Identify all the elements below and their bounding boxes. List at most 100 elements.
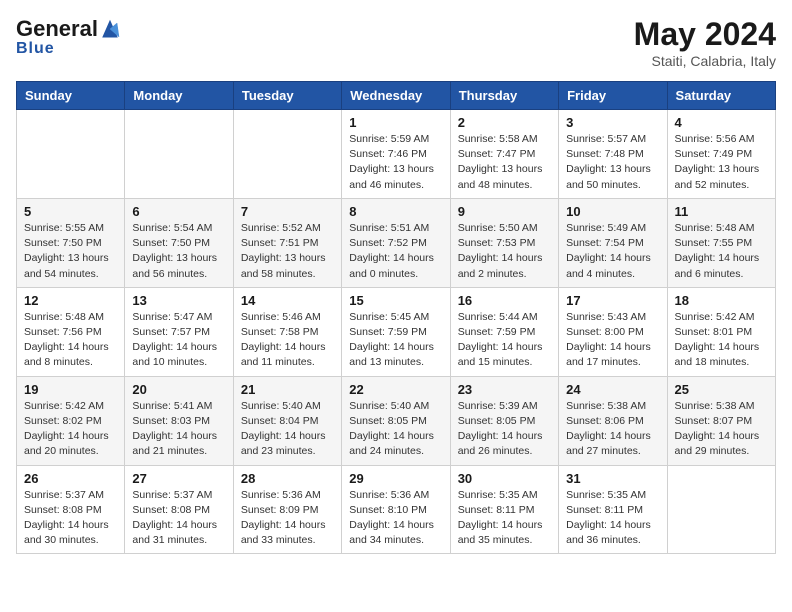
calendar-day-cell: 4 Sunrise: 5:56 AM Sunset: 7:49 PM Daylig… bbox=[667, 110, 775, 199]
calendar-day-cell: 8Sunrise: 5:51 AM Sunset: 7:52 PM Daylig… bbox=[342, 198, 450, 287]
day-info: Sunrise: 5:44 AM Sunset: 7:59 PM Dayligh… bbox=[458, 310, 551, 371]
calendar-table: Sunday Monday Tuesday Wednesday Thursday… bbox=[16, 81, 776, 554]
calendar-day-cell: 3Sunrise: 5:57 AM Sunset: 7:48 PM Daylig… bbox=[559, 110, 667, 199]
day-number: 31 bbox=[566, 471, 659, 486]
day-number: 26 bbox=[24, 471, 117, 486]
day-info: Sunrise: 5:55 AM Sunset: 7:50 PM Dayligh… bbox=[24, 221, 117, 282]
day-number: 28 bbox=[241, 471, 334, 486]
day-number: 12 bbox=[24, 293, 117, 308]
day-info: Sunrise: 5:48 AM Sunset: 7:55 PM Dayligh… bbox=[675, 221, 768, 282]
day-number: 2 bbox=[458, 115, 551, 130]
day-info: Sunrise: 5:45 AM Sunset: 7:59 PM Dayligh… bbox=[349, 310, 442, 371]
calendar-day-cell bbox=[667, 465, 775, 554]
day-info: Sunrise: 5:42 AM Sunset: 8:01 PM Dayligh… bbox=[675, 310, 768, 371]
calendar-day-cell: 15Sunrise: 5:45 AM Sunset: 7:59 PM Dayli… bbox=[342, 287, 450, 376]
day-info: Sunrise: 5:38 AM Sunset: 8:06 PM Dayligh… bbox=[566, 399, 659, 460]
calendar-day-cell: 11 Sunrise: 5:48 AM Sunset: 7:55 PM Dayli… bbox=[667, 198, 775, 287]
day-number: 30 bbox=[458, 471, 551, 486]
day-info: Sunrise: 5:37 AM Sunset: 8:08 PM Dayligh… bbox=[24, 488, 117, 549]
col-wednesday: Wednesday bbox=[342, 82, 450, 110]
calendar-day-cell: 24 Sunrise: 5:38 AM Sunset: 8:06 PM Dayli… bbox=[559, 376, 667, 465]
day-info: Sunrise: 5:38 AM Sunset: 8:07 PM Dayligh… bbox=[675, 399, 768, 460]
calendar-week-row: 26 Sunrise: 5:37 AM Sunset: 8:08 PM Dayli… bbox=[17, 465, 776, 554]
col-tuesday: Tuesday bbox=[233, 82, 341, 110]
calendar-day-cell: 18Sunrise: 5:42 AM Sunset: 8:01 PM Dayli… bbox=[667, 287, 775, 376]
day-info: Sunrise: 5:36 AM Sunset: 8:09 PM Dayligh… bbox=[241, 488, 334, 549]
day-info: Sunrise: 5:54 AM Sunset: 7:50 PM Dayligh… bbox=[132, 221, 225, 282]
page-header: General Blue May 2024 Staiti, Calabria, … bbox=[16, 16, 776, 69]
day-info: Sunrise: 5:39 AM Sunset: 8:05 PM Dayligh… bbox=[458, 399, 551, 460]
day-info: Sunrise: 5:35 AM Sunset: 8:11 PM Dayligh… bbox=[458, 488, 551, 549]
calendar-day-cell: 20 Sunrise: 5:41 AM Sunset: 8:03 PM Dayli… bbox=[125, 376, 233, 465]
day-number: 19 bbox=[24, 382, 117, 397]
day-number: 10 bbox=[566, 204, 659, 219]
calendar-day-cell: 26 Sunrise: 5:37 AM Sunset: 8:08 PM Dayli… bbox=[17, 465, 125, 554]
calendar-day-cell: 21Sunrise: 5:40 AM Sunset: 8:04 PM Dayli… bbox=[233, 376, 341, 465]
calendar-day-cell: 23 Sunrise: 5:39 AM Sunset: 8:05 PM Dayli… bbox=[450, 376, 558, 465]
day-number: 24 bbox=[566, 382, 659, 397]
calendar-day-cell: 7 Sunrise: 5:52 AM Sunset: 7:51 PM Daylig… bbox=[233, 198, 341, 287]
col-friday: Friday bbox=[559, 82, 667, 110]
col-saturday: Saturday bbox=[667, 82, 775, 110]
logo-general-text: General bbox=[16, 16, 98, 42]
day-number: 29 bbox=[349, 471, 442, 486]
calendar-day-cell: 22 Sunrise: 5:40 AM Sunset: 8:05 PM Dayli… bbox=[342, 376, 450, 465]
calendar-day-cell bbox=[125, 110, 233, 199]
day-number: 25 bbox=[675, 382, 768, 397]
calendar-day-cell: 2 Sunrise: 5:58 AM Sunset: 7:47 PM Daylig… bbox=[450, 110, 558, 199]
calendar-day-cell: 17 Sunrise: 5:43 AM Sunset: 8:00 PM Dayli… bbox=[559, 287, 667, 376]
day-number: 23 bbox=[458, 382, 551, 397]
day-info: Sunrise: 5:52 AM Sunset: 7:51 PM Dayligh… bbox=[241, 221, 334, 282]
day-number: 4 bbox=[675, 115, 768, 130]
calendar-week-row: 12 Sunrise: 5:48 AM Sunset: 7:56 PM Dayli… bbox=[17, 287, 776, 376]
calendar-day-cell: 10 Sunrise: 5:49 AM Sunset: 7:54 PM Dayli… bbox=[559, 198, 667, 287]
calendar-header-row: Sunday Monday Tuesday Wednesday Thursday… bbox=[17, 82, 776, 110]
day-info: Sunrise: 5:49 AM Sunset: 7:54 PM Dayligh… bbox=[566, 221, 659, 282]
day-info: Sunrise: 5:48 AM Sunset: 7:56 PM Dayligh… bbox=[24, 310, 117, 371]
calendar-day-cell: 6 Sunrise: 5:54 AM Sunset: 7:50 PM Daylig… bbox=[125, 198, 233, 287]
calendar-day-cell: 5Sunrise: 5:55 AM Sunset: 7:50 PM Daylig… bbox=[17, 198, 125, 287]
day-info: Sunrise: 5:56 AM Sunset: 7:49 PM Dayligh… bbox=[675, 132, 768, 193]
day-info: Sunrise: 5:58 AM Sunset: 7:47 PM Dayligh… bbox=[458, 132, 551, 193]
calendar-day-cell: 25 Sunrise: 5:38 AM Sunset: 8:07 PM Dayli… bbox=[667, 376, 775, 465]
calendar-week-row: 19 Sunrise: 5:42 AM Sunset: 8:02 PM Dayli… bbox=[17, 376, 776, 465]
day-number: 11 bbox=[675, 204, 768, 219]
day-info: Sunrise: 5:37 AM Sunset: 8:08 PM Dayligh… bbox=[132, 488, 225, 549]
calendar-week-row: 1 Sunrise: 5:59 AM Sunset: 7:46 PM Daylig… bbox=[17, 110, 776, 199]
day-info: Sunrise: 5:42 AM Sunset: 8:02 PM Dayligh… bbox=[24, 399, 117, 460]
calendar-day-cell: 1 Sunrise: 5:59 AM Sunset: 7:46 PM Daylig… bbox=[342, 110, 450, 199]
day-number: 20 bbox=[132, 382, 225, 397]
day-number: 17 bbox=[566, 293, 659, 308]
day-info: Sunrise: 5:40 AM Sunset: 8:05 PM Dayligh… bbox=[349, 399, 442, 460]
calendar-week-row: 5Sunrise: 5:55 AM Sunset: 7:50 PM Daylig… bbox=[17, 198, 776, 287]
day-number: 14 bbox=[241, 293, 334, 308]
day-info: Sunrise: 5:50 AM Sunset: 7:53 PM Dayligh… bbox=[458, 221, 551, 282]
col-sunday: Sunday bbox=[17, 82, 125, 110]
title-block: May 2024 Staiti, Calabria, Italy bbox=[634, 16, 776, 69]
day-info: Sunrise: 5:41 AM Sunset: 8:03 PM Dayligh… bbox=[132, 399, 225, 460]
logo-blue-text: Blue bbox=[16, 40, 55, 58]
day-number: 9 bbox=[458, 204, 551, 219]
col-thursday: Thursday bbox=[450, 82, 558, 110]
day-info: Sunrise: 5:36 AM Sunset: 8:10 PM Dayligh… bbox=[349, 488, 442, 549]
day-info: Sunrise: 5:59 AM Sunset: 7:46 PM Dayligh… bbox=[349, 132, 442, 193]
calendar-day-cell: 28 Sunrise: 5:36 AM Sunset: 8:09 PM Dayli… bbox=[233, 465, 341, 554]
calendar-day-cell: 9 Sunrise: 5:50 AM Sunset: 7:53 PM Daylig… bbox=[450, 198, 558, 287]
day-number: 16 bbox=[458, 293, 551, 308]
day-number: 13 bbox=[132, 293, 225, 308]
location-subtitle: Staiti, Calabria, Italy bbox=[634, 53, 776, 69]
day-info: Sunrise: 5:40 AM Sunset: 8:04 PM Dayligh… bbox=[241, 399, 334, 460]
day-info: Sunrise: 5:43 AM Sunset: 8:00 PM Dayligh… bbox=[566, 310, 659, 371]
day-number: 1 bbox=[349, 115, 442, 130]
day-number: 6 bbox=[132, 204, 225, 219]
day-info: Sunrise: 5:35 AM Sunset: 8:11 PM Dayligh… bbox=[566, 488, 659, 549]
calendar-day-cell bbox=[17, 110, 125, 199]
day-number: 7 bbox=[241, 204, 334, 219]
calendar-day-cell: 16 Sunrise: 5:44 AM Sunset: 7:59 PM Dayli… bbox=[450, 287, 558, 376]
calendar-day-cell: 30 Sunrise: 5:35 AM Sunset: 8:11 PM Dayli… bbox=[450, 465, 558, 554]
col-monday: Monday bbox=[125, 82, 233, 110]
day-number: 3 bbox=[566, 115, 659, 130]
calendar-day-cell: 27Sunrise: 5:37 AM Sunset: 8:08 PM Dayli… bbox=[125, 465, 233, 554]
day-number: 22 bbox=[349, 382, 442, 397]
month-year-title: May 2024 bbox=[634, 16, 776, 53]
